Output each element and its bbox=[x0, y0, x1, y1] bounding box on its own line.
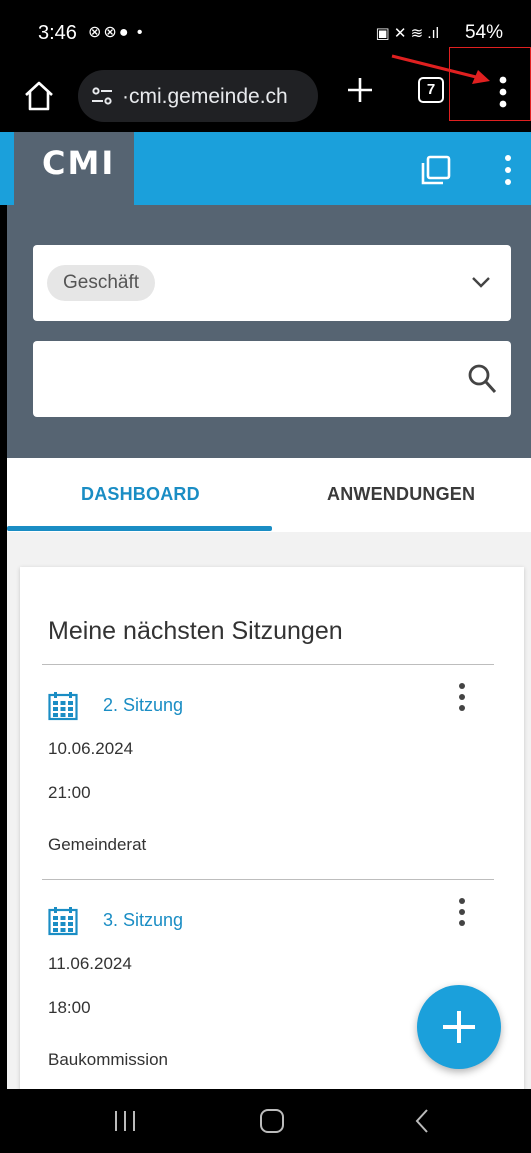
system-nav-bar bbox=[0, 1089, 531, 1153]
app-header: CMI bbox=[0, 132, 531, 205]
chevron-down-icon[interactable] bbox=[471, 275, 491, 289]
tab-dashboard[interactable]: DASHBOARD bbox=[81, 484, 200, 505]
tab-anwendungen[interactable]: ANWENDUNGEN bbox=[327, 484, 475, 505]
back-icon[interactable] bbox=[412, 1107, 432, 1135]
session-time: 21:00 bbox=[48, 783, 91, 802]
home-nav-icon[interactable] bbox=[258, 1107, 286, 1135]
add-button[interactable] bbox=[417, 985, 501, 1069]
more-vert-icon[interactable] bbox=[500, 152, 516, 188]
active-tab-indicator bbox=[7, 526, 272, 531]
session-time: 18:00 bbox=[48, 998, 91, 1017]
annotation-box bbox=[449, 47, 531, 121]
more-vert-icon[interactable] bbox=[454, 681, 470, 713]
tab-bar: DASHBOARD ANWENDUNGEN bbox=[7, 458, 531, 532]
notification-icons: ⊗⊗● • bbox=[88, 24, 145, 41]
session-date: 10.06.2024 bbox=[48, 739, 134, 758]
address-bar[interactable]: ·cmi.gemeinde.ch bbox=[78, 70, 318, 122]
calendar-icon bbox=[48, 907, 78, 936]
new-tab-icon[interactable] bbox=[346, 76, 374, 104]
site-settings-icon[interactable] bbox=[90, 84, 114, 108]
calendar-icon bbox=[48, 692, 78, 721]
filter-chip[interactable]: Geschäft bbox=[47, 265, 156, 301]
windows-icon[interactable] bbox=[420, 154, 452, 186]
card-title: Meine nächsten Sitzungen bbox=[48, 617, 343, 645]
type-select[interactable]: Geschäft bbox=[33, 245, 511, 321]
battery-level: 54% bbox=[464, 22, 503, 43]
search-panel: Geschäft bbox=[7, 205, 531, 458]
search-icon[interactable] bbox=[467, 363, 497, 395]
plus-icon bbox=[443, 1011, 475, 1043]
session-date: 11.06.2024 bbox=[48, 954, 132, 973]
url-text: ·cmi.gemeinde.ch bbox=[122, 85, 288, 108]
session-title-link[interactable]: 3. Sitzung bbox=[103, 910, 183, 931]
session-body: Baukommission bbox=[48, 1050, 168, 1069]
recent-apps-icon[interactable] bbox=[112, 1107, 138, 1135]
app-logo: CMI bbox=[42, 144, 116, 182]
session-body: Gemeinderat bbox=[48, 835, 147, 854]
more-vert-icon[interactable] bbox=[454, 896, 470, 928]
logo-tab[interactable]: CMI bbox=[14, 132, 134, 205]
system-icons: ▣ ✕ ≋ .ıl bbox=[375, 25, 439, 42]
status-time: 3:46 bbox=[38, 22, 77, 44]
home-icon[interactable] bbox=[22, 80, 56, 112]
session-title-link[interactable]: 2. Sitzung bbox=[103, 695, 183, 716]
search-input[interactable] bbox=[33, 341, 511, 417]
list-item: 2. Sitzung 10.06.2024 21:00 Gemeinderat bbox=[20, 665, 524, 880]
